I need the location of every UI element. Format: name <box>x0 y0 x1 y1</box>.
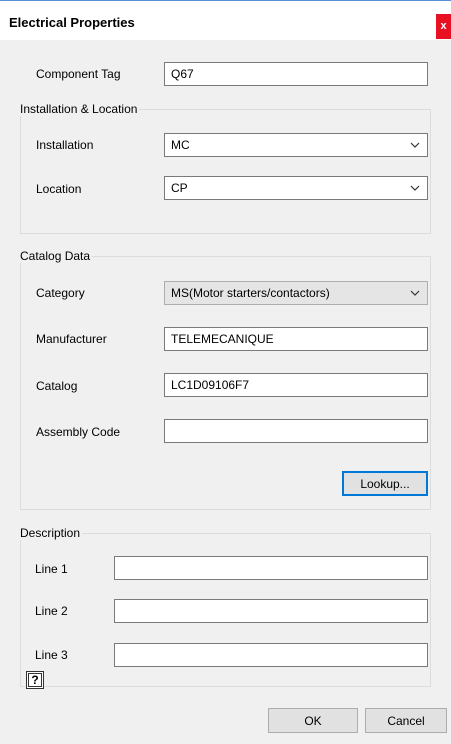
lookup-button[interactable]: Lookup... <box>342 471 428 496</box>
line-2-input[interactable] <box>114 599 428 623</box>
chevron-down-icon <box>410 185 420 191</box>
line-3-label: Line 3 <box>35 648 68 662</box>
category-label: Category <box>36 286 85 300</box>
line-3-input[interactable] <box>114 643 428 667</box>
category-dropdown[interactable]: MS(Motor starters/contactors) <box>164 281 428 305</box>
category-value: MS(Motor starters/contactors) <box>171 286 330 300</box>
manufacturer-label: Manufacturer <box>36 332 107 346</box>
line-1-label: Line 1 <box>35 562 68 576</box>
line-1-input[interactable] <box>114 556 428 580</box>
line-2-label: Line 2 <box>35 604 68 618</box>
installation-location-group-label: Installation & Location <box>18 102 140 116</box>
installation-value: MC <box>171 138 190 152</box>
close-button[interactable]: x <box>436 14 451 39</box>
ok-button[interactable]: OK <box>268 708 358 733</box>
component-tag-input[interactable]: Q67 <box>164 62 428 86</box>
installation-label: Installation <box>36 138 94 152</box>
assembly-code-label: Assembly Code <box>36 425 121 439</box>
chevron-down-icon <box>410 142 420 148</box>
component-tag-label: Component Tag <box>36 67 121 81</box>
catalog-data-group-label: Catalog Data <box>18 249 93 263</box>
window-title: Electrical Properties <box>9 15 135 30</box>
chevron-down-icon <box>410 290 420 296</box>
location-value: CP <box>171 181 188 195</box>
cancel-button[interactable]: Cancel <box>365 708 447 733</box>
assembly-code-input[interactable] <box>164 419 428 443</box>
manufacturer-input[interactable]: TELEMECANIQUE <box>164 327 428 351</box>
catalog-label: Catalog <box>36 379 78 393</box>
location-label: Location <box>36 182 82 196</box>
installation-location-group <box>20 109 431 234</box>
location-dropdown[interactable]: CP <box>164 176 428 200</box>
help-icon[interactable]: ? <box>26 671 44 689</box>
title-bar: Electrical Properties x <box>0 0 451 40</box>
installation-dropdown[interactable]: MC <box>164 133 428 157</box>
description-group-label: Description <box>18 526 83 540</box>
catalog-input[interactable]: LC1D09106F7 <box>164 373 428 397</box>
